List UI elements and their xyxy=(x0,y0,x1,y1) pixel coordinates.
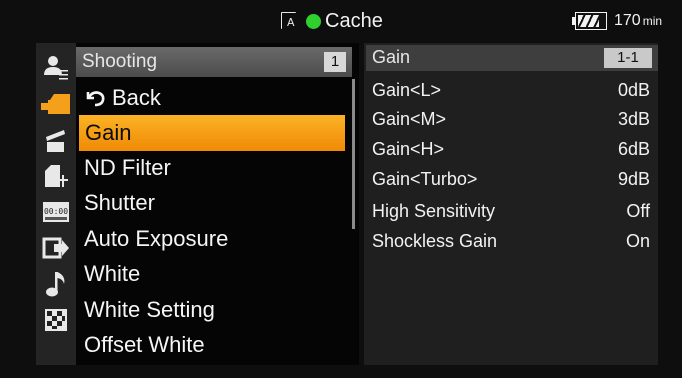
card-settings-icon[interactable] xyxy=(36,161,76,191)
output-icon[interactable] xyxy=(36,233,76,263)
detail-row-label: Gain<L> xyxy=(372,80,442,100)
shooting-menu-panel: Shooting 1 Back Gain ND Filter Shutter A… xyxy=(76,43,359,365)
detail-row-gain-m[interactable]: Gain<M> 3dB xyxy=(372,104,654,134)
battery-remaining: 170 min xyxy=(614,12,662,30)
menu-item-nd-filter[interactable]: ND Filter xyxy=(84,150,346,186)
battery-level-fill xyxy=(578,15,599,27)
detail-row-gain-turbo[interactable]: Gain<Turbo> 9dB xyxy=(372,164,654,194)
menu-item-auto-exposure[interactable]: Auto Exposure xyxy=(84,221,346,257)
menu-title: Shooting xyxy=(82,51,158,72)
detail-row-label: Gain<Turbo> xyxy=(372,169,478,189)
battery-remaining-value: 170 xyxy=(614,12,641,29)
menu-header: Shooting 1 xyxy=(76,47,352,77)
detail-row-label: High Sensitivity xyxy=(372,201,496,221)
detail-header: Gain 1-1 xyxy=(366,45,658,71)
svg-text:00:00: 00:00 xyxy=(44,207,68,216)
menu-page-badge: 1 xyxy=(324,52,346,72)
detail-row-gain-h[interactable]: Gain<H> 6dB xyxy=(372,134,654,164)
detail-row-value: Off xyxy=(626,201,650,221)
menu-item-shutter[interactable]: Shutter xyxy=(84,185,346,221)
menu-item-label: Back xyxy=(112,85,161,110)
menu-item-white-setting[interactable]: White Setting xyxy=(84,292,346,328)
menu-item-offset-white[interactable]: Offset White xyxy=(84,327,346,363)
detail-row-value: 0dB xyxy=(617,80,650,100)
clapperboard-icon[interactable] xyxy=(36,125,76,155)
detail-page-badge: 1-1 xyxy=(604,48,652,68)
record-indicator-icon xyxy=(306,13,321,29)
battery-remaining-unit: min xyxy=(642,14,663,28)
detail-row-value: 9dB xyxy=(617,169,650,189)
media-status: A Cache xyxy=(280,8,383,34)
detail-row-high-sensitivity[interactable]: High Sensitivity Off xyxy=(372,196,654,226)
menu-scrollbar[interactable] xyxy=(352,79,355,229)
detail-row-label: Gain<H> xyxy=(372,139,445,159)
checker-system-icon[interactable] xyxy=(36,305,76,335)
detail-row-gain-l[interactable]: Gain<L> 0dB xyxy=(372,75,654,105)
memory-card-a-icon: A xyxy=(280,11,302,31)
menu-item-gain[interactable]: Gain xyxy=(79,115,345,151)
status-bar: A Cache 170 min xyxy=(0,0,682,40)
audio-note-icon[interactable] xyxy=(36,269,76,299)
detail-row-value: 3dB xyxy=(617,109,650,129)
timecode-icon[interactable]: 00:00 xyxy=(36,197,76,227)
user-menu-icon[interactable] xyxy=(36,53,76,83)
detail-row-label: Gain<M> xyxy=(372,109,447,129)
back-arrow-icon xyxy=(84,82,106,118)
detail-row-value: On xyxy=(625,231,650,251)
detail-row-value: 6dB xyxy=(617,139,650,159)
media-slot-letter: A xyxy=(287,16,295,29)
camera-menu-screen: A Cache 170 min 00:00 Shooting 1 Back Ga… xyxy=(0,0,682,378)
camera-shooting-icon[interactable] xyxy=(36,89,76,119)
detail-row-shockless-gain[interactable]: Shockless Gain On xyxy=(372,226,654,256)
battery-status: 170 min xyxy=(572,10,662,32)
menu-category-strip: 00:00 xyxy=(36,43,76,365)
battery-icon xyxy=(572,12,608,30)
detail-title: Gain xyxy=(372,47,411,67)
menu-item-back[interactable]: Back xyxy=(84,80,346,116)
menu-item-white[interactable]: White xyxy=(84,256,346,292)
detail-row-label: Shockless Gain xyxy=(372,231,498,251)
cache-label: Cache xyxy=(325,9,383,32)
gain-detail-panel: Gain 1-1 Gain<L> 0dB Gain<M> 3dB Gain<H>… xyxy=(364,43,658,365)
